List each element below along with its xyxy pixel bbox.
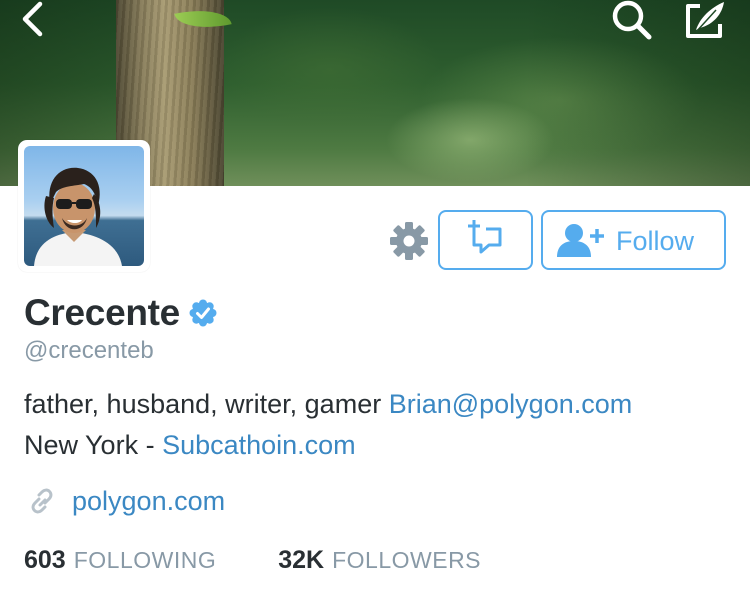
- followers-label: FOLLOWERS: [332, 546, 482, 573]
- message-button[interactable]: [438, 210, 533, 270]
- compose-button[interactable]: [680, 0, 730, 42]
- followers-count: 32K: [278, 545, 325, 574]
- profile-handle: @crecenteb: [24, 337, 154, 364]
- following-stat[interactable]: 603 FOLLOWING: [24, 546, 216, 575]
- compose-icon: [686, 2, 724, 38]
- search-button[interactable]: [608, 0, 656, 42]
- settings-button[interactable]: [388, 220, 430, 262]
- search-icon: [612, 0, 652, 40]
- profile-bio: father, husband, writer, gamer Brian@pol…: [24, 384, 632, 466]
- profile-website-row: polygon.com: [28, 483, 225, 519]
- link-icon: [31, 488, 53, 514]
- profile-avatar-frame[interactable]: [18, 140, 150, 272]
- bio-site-link[interactable]: Subcathoin.com: [162, 430, 356, 460]
- profile-stats: 603 FOLLOWING 32K FOLLOWERS: [24, 544, 481, 576]
- message-plus-icon: [468, 220, 502, 254]
- gear-icon: [390, 222, 428, 260]
- profile-website-link[interactable]: polygon.com: [72, 486, 225, 517]
- follow-label: Follow: [616, 226, 695, 256]
- avatar-photo: [34, 167, 122, 266]
- profile-name-row: Crecente: [24, 291, 217, 335]
- followers-stat[interactable]: 32K FOLLOWERS: [278, 546, 481, 575]
- following-count: 603: [24, 545, 66, 574]
- back-button[interactable]: [14, 0, 54, 40]
- verified-badge-icon: [189, 299, 217, 327]
- profile-name: Crecente: [24, 292, 180, 333]
- bio-location: New York -: [24, 430, 163, 460]
- bio-line-2: New York - Subcathoin.com: [24, 425, 632, 466]
- bio-text: father, husband, writer, gamer: [24, 389, 389, 419]
- bio-email-link[interactable]: Brian@polygon.com: [389, 389, 633, 419]
- bio-line-1: father, husband, writer, gamer Brian@pol…: [24, 384, 632, 425]
- avatar: [24, 146, 144, 266]
- add-user-icon: [557, 224, 604, 257]
- follow-button[interactable]: Follow: [541, 210, 726, 270]
- chevron-left-icon: [22, 1, 43, 37]
- following-label: FOLLOWING: [73, 546, 217, 573]
